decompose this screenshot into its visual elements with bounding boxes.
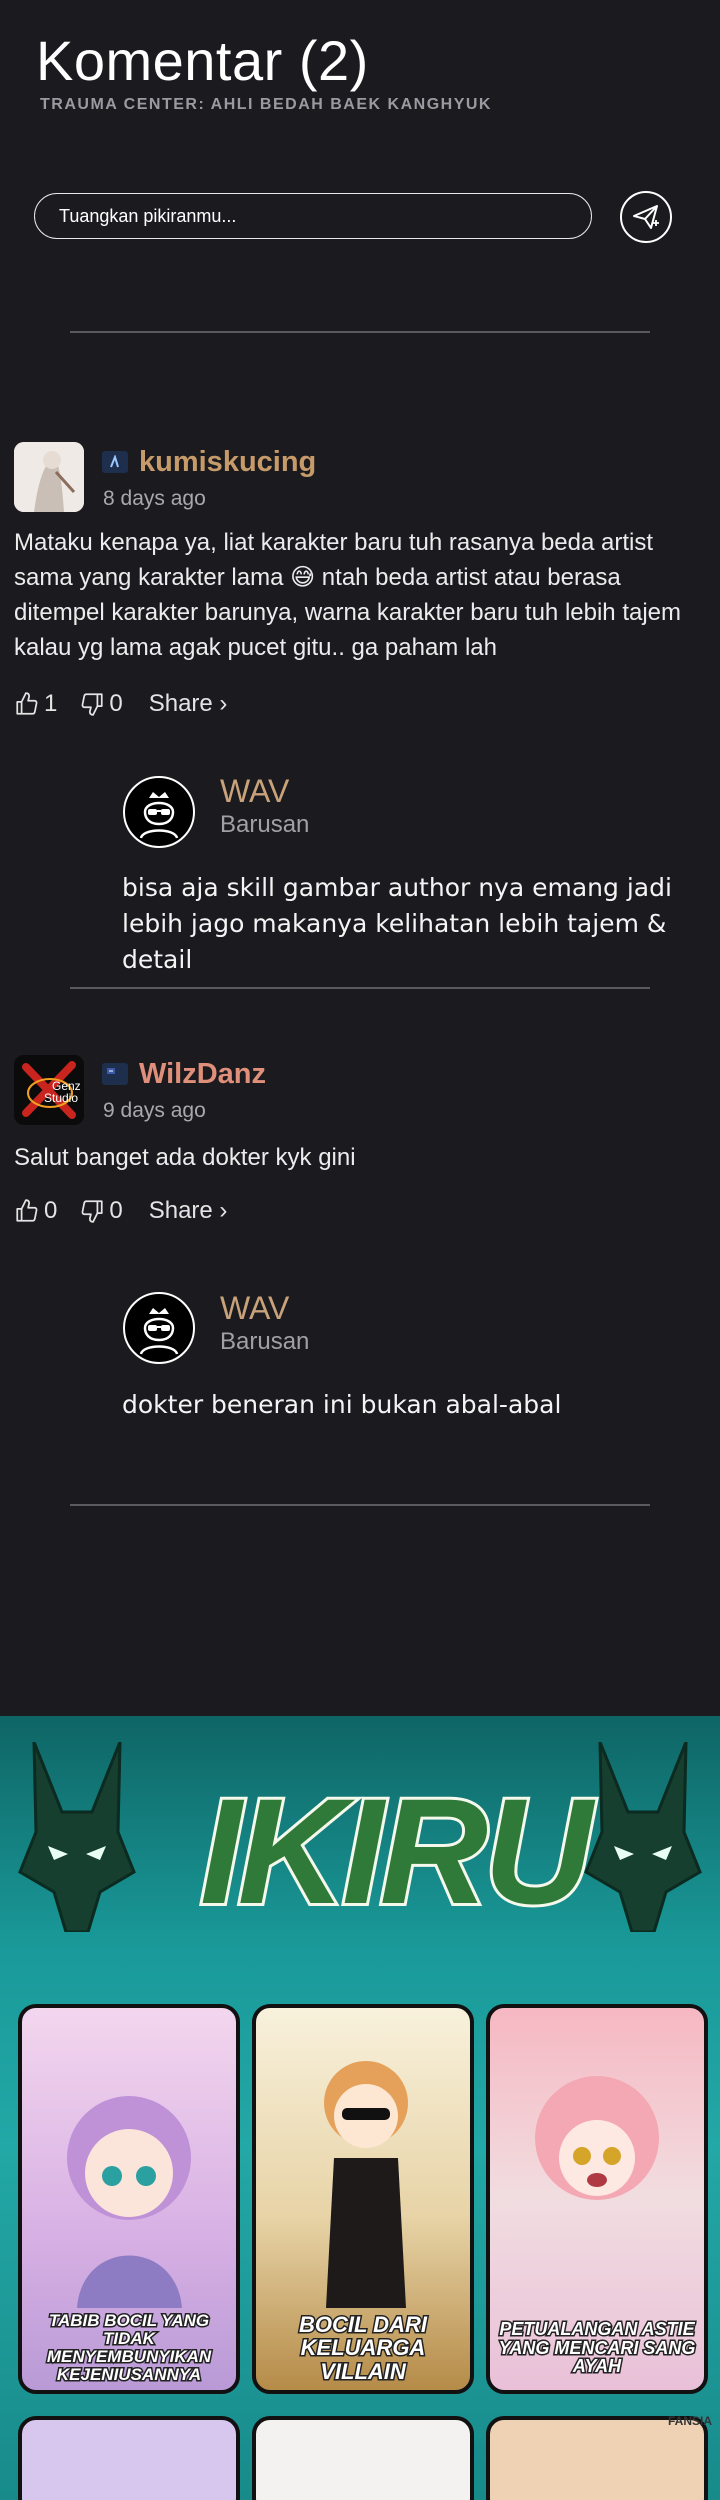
reply-text: bisa aja skill gambar author nya emang j… [122,873,672,974]
dislike-count: 0 [109,1197,123,1224]
watermark: FANSIA [667,2414,712,2428]
thumbs-down-icon [81,1200,103,1223]
comment-username[interactable]: WilzDanz [139,1058,266,1091]
avatar-text: Studio [44,1091,78,1105]
avatar[interactable]: Genz Studio [14,1055,84,1125]
like-button[interactable]: 1 [14,690,57,718]
comment-actions: 0 0 Share › [14,1197,227,1225]
reply-time: Barusan [220,1328,310,1355]
like-button[interactable]: 0 [14,1197,57,1225]
jackal-head-icon [584,1742,702,1932]
share-button[interactable]: Share › [149,1197,228,1225]
manga-card[interactable] [486,2416,708,2500]
reply-username[interactable]: WAV [220,773,289,810]
manga-card[interactable]: BOCIL DARI KELUARGA VILLAIN [252,2004,474,2394]
jackal-head-icon [18,1742,136,1932]
comment-time: 9 days ago [103,1099,206,1122]
dislike-button[interactable]: 0 [79,1197,123,1225]
avatar-image [14,442,84,512]
reply-text: dokter beneran ini bukan abal-abal [122,1390,562,1419]
series-subtitle[interactable]: TRAUMA CENTER: AHLI BEDAH BAEK KANGHYUK [40,96,492,114]
manga-card[interactable] [252,2416,474,2500]
page-title: Komentar (2) [36,29,369,92]
comment-text: Salut banget ada dokter kyk gini [14,1144,356,1171]
user-crown-icon [139,1308,179,1355]
reply-time: Barusan [220,811,310,838]
like-count: 0 [44,1197,58,1224]
avatar-image: Genz Studio [14,1055,84,1125]
promo-banner[interactable]: IKIRU TABIB BOCIL YANG TIDAK MENYEMBUNYI… [0,1716,720,2500]
country-flag-icon [102,451,128,473]
manga-card-title: BOCIL DARI KELUARGA VILLAIN [298,2312,429,2384]
divider [70,1504,650,1506]
manga-cover-art [67,2096,191,2308]
manga-card[interactable] [18,2416,240,2500]
ikiru-logo: IKIRU [197,1767,595,1935]
like-count: 1 [44,690,58,717]
reply-avatar[interactable] [123,776,195,848]
comment-username[interactable]: kumiskucing [139,446,316,479]
share-button[interactable]: Share › [149,690,228,718]
divider [70,987,650,989]
manga-card-title: TABIB BOCIL YANG TIDAK MENYEMBUNYIKAN KE… [45,2310,212,2384]
thumbs-up-icon [16,692,38,715]
comment-actions: 1 0 Share › [14,690,227,718]
user-crown-icon [139,792,179,839]
reply-avatar[interactable] [123,1292,195,1364]
manga-cover-art [535,2076,659,2200]
comment-time: 8 days ago [103,487,206,510]
dislike-count: 0 [109,690,123,717]
thumbs-up-icon [16,1199,38,1222]
manga-card[interactable]: TABIB BOCIL YANG TIDAK MENYEMBUNYIKAN KE… [18,2004,240,2394]
avatar[interactable] [14,442,84,512]
divider [70,331,650,333]
country-flag-icon [102,1063,128,1085]
send-plane-icon [633,205,659,229]
manga-card-title: PETUALANGAN ASTIE YANG MENCARI SANG AYAH [497,2318,697,2378]
send-button[interactable] [620,191,672,243]
comment-input[interactable] [34,193,592,239]
reply-username[interactable]: WAV [220,1290,289,1327]
comment-text: Mataku kenapa ya, liat karakter baru tuh… [14,529,682,661]
manga-card[interactable]: PETUALANGAN ASTIE YANG MENCARI SANG AYAH [486,2004,708,2394]
thumbs-down-icon [81,693,103,716]
manga-cover-art [324,2061,408,2308]
dislike-button[interactable]: 0 [79,690,123,718]
